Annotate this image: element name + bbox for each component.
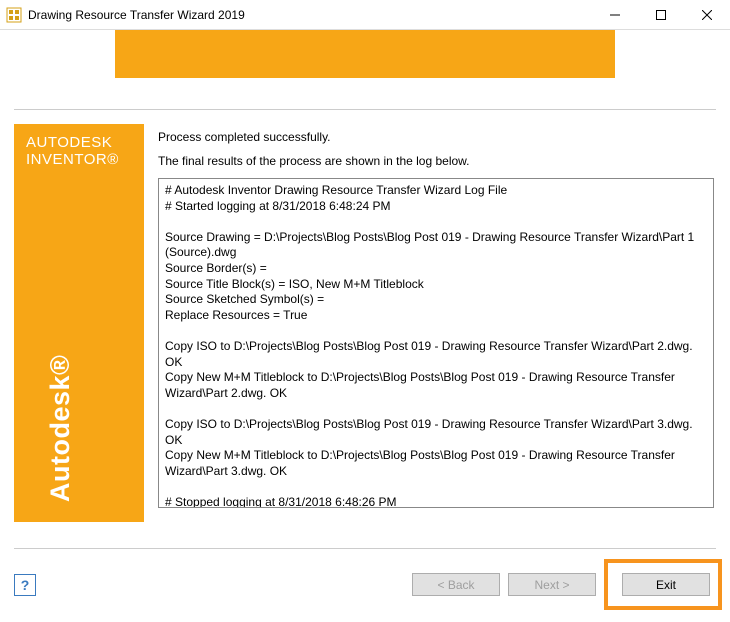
brand-panel: AUTODESK INVENTOR® Autodesk® — [14, 124, 144, 522]
exit-button[interactable]: Exit — [622, 573, 710, 596]
main-area: AUTODESK INVENTOR® Autodesk® Process com… — [0, 110, 730, 522]
content-area: Process completed successfully. The fina… — [158, 124, 716, 522]
app-icon — [6, 7, 22, 23]
top-banner — [115, 30, 615, 78]
brand-text: AUTODESK INVENTOR® — [14, 124, 144, 179]
footer: ? < Back Next > Exit — [14, 548, 716, 610]
exit-highlight: Exit — [604, 559, 722, 610]
brand-rotated: Autodesk® — [45, 355, 76, 502]
close-button[interactable] — [684, 0, 730, 29]
maximize-button[interactable] — [638, 0, 684, 29]
window-title: Drawing Resource Transfer Wizard 2019 — [28, 8, 592, 22]
log-output[interactable]: # Autodesk Inventor Drawing Resource Tra… — [158, 178, 714, 508]
status-completed: Process completed successfully. — [158, 130, 716, 144]
brand-line1: AUTODESK — [26, 134, 132, 151]
banner-area — [0, 30, 730, 85]
next-button: Next > — [508, 573, 596, 596]
titlebar: Drawing Resource Transfer Wizard 2019 — [0, 0, 730, 30]
window-controls — [592, 0, 730, 29]
minimize-button[interactable] — [592, 0, 638, 29]
status-sub: The final results of the process are sho… — [158, 154, 716, 168]
back-button: < Back — [412, 573, 500, 596]
wizard-buttons: < Back Next > Exit — [412, 559, 716, 610]
brand-line2: INVENTOR® — [26, 151, 132, 168]
help-button[interactable]: ? — [14, 574, 36, 596]
